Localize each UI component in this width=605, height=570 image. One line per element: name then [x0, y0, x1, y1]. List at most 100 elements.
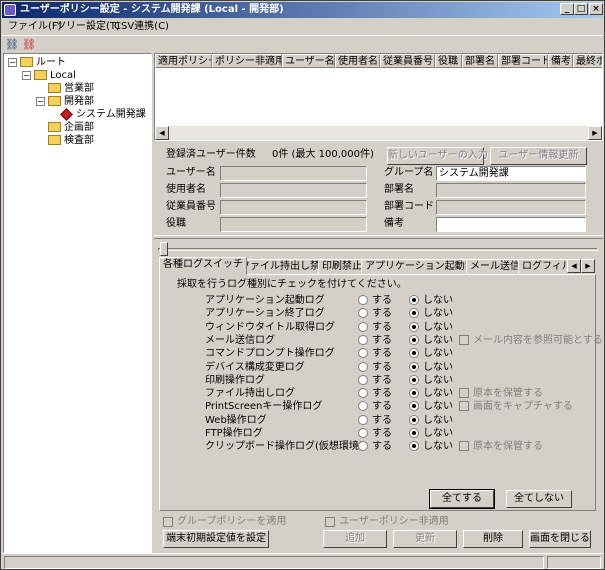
department-tree[interactable]: − ルート − Local 営業部 − 開発部 システム開発課 企画部 検査部: [3, 53, 152, 553]
all-on-button[interactable]: 全てする: [429, 489, 495, 509]
log-on-radio[interactable]: [358, 334, 368, 345]
folder-icon: [48, 135, 61, 145]
log-on-label: する: [372, 334, 392, 346]
log-type-label: PrintScreenキー操作ログ: [205, 401, 323, 413]
horizontal-scrollbar[interactable]: ◀ ▶: [155, 126, 602, 140]
user-field[interactable]: [220, 183, 367, 198]
log-option-checkbox[interactable]: [459, 441, 469, 452]
tree-node-sales[interactable]: 営業部: [48, 82, 94, 95]
tree-node-local[interactable]: Local: [34, 69, 76, 82]
tab-scroll-right-icon[interactable]: ▶: [581, 259, 595, 273]
log-row: FTP操作ログ する しない: [160, 427, 595, 440]
log-off-radio[interactable]: [409, 401, 419, 412]
log-off-radio[interactable]: [409, 348, 419, 359]
username-field[interactable]: [220, 166, 367, 181]
expand-dev-icon[interactable]: −: [36, 97, 45, 106]
log-off-radio[interactable]: [409, 308, 419, 319]
panel-slider[interactable]: [154, 242, 603, 256]
column-header[interactable]: ユーザー名: [282, 54, 335, 68]
log-off-radio[interactable]: [409, 361, 419, 372]
column-header[interactable]: 従業員番号: [380, 54, 435, 68]
log-off-radio[interactable]: [409, 374, 419, 385]
tree-collapse-icon[interactable]: ⛓: [22, 38, 36, 51]
log-off-radio[interactable]: [409, 295, 419, 305]
log-type-label: アプリケーション終了ログ: [205, 308, 325, 320]
tab-scroll-left-icon[interactable]: ◀: [567, 259, 581, 273]
update-user-button[interactable]: ユーザー情報更新: [490, 147, 587, 165]
user-policy-checkbox[interactable]: [325, 517, 335, 527]
column-header[interactable]: 使用者名: [335, 54, 380, 68]
tree-node-dev[interactable]: 開発部: [48, 95, 94, 108]
column-header[interactable]: ポリシー非適用: [212, 54, 282, 68]
log-on-radio[interactable]: [358, 361, 368, 372]
maximize-button[interactable]: □: [574, 3, 588, 15]
log-on-radio[interactable]: [358, 348, 368, 359]
tree-node-sysdev[interactable]: システム開発課: [60, 107, 146, 121]
log-off-radio[interactable]: [409, 388, 419, 399]
window-title: ユーザーポリシー設定 - システム開発課 (Local - 開発部): [20, 4, 284, 15]
log-on-radio[interactable]: [358, 441, 368, 452]
log-type-label: アプリケーション起動ログ: [205, 295, 325, 306]
log-on-radio[interactable]: [358, 321, 368, 332]
log-off-radio[interactable]: [409, 334, 419, 345]
note-field[interactable]: [436, 217, 586, 232]
log-on-label: する: [372, 388, 392, 400]
log-on-radio[interactable]: [358, 388, 368, 399]
log-on-radio[interactable]: [358, 308, 368, 319]
log-on-radio[interactable]: [358, 428, 368, 438]
tree-expand-icon[interactable]: ⛓: [5, 38, 19, 51]
log-off-radio[interactable]: [409, 414, 419, 425]
delete-button[interactable]: 削除: [463, 530, 523, 548]
log-option-checkbox[interactable]: [459, 401, 469, 412]
minimize-button[interactable]: _: [560, 3, 574, 15]
log-option-checkbox[interactable]: [459, 334, 469, 345]
menu-csv[interactable]: CSV連携(C): [110, 19, 173, 34]
all-off-button[interactable]: 全てしない: [506, 490, 572, 508]
log-type-label: ウィンドウタイトル取得ログ: [205, 321, 335, 333]
tree-node-inspection[interactable]: 検査部: [48, 134, 94, 147]
dept-field[interactable]: [436, 183, 586, 198]
column-header[interactable]: 最終ポ: [573, 54, 602, 68]
column-header[interactable]: 部署コード: [498, 54, 548, 68]
dept-code-field[interactable]: [436, 200, 586, 215]
expand-local-icon[interactable]: −: [22, 71, 31, 80]
log-on-radio[interactable]: [358, 374, 368, 385]
update-button[interactable]: 更新: [393, 530, 457, 548]
splitter-bar[interactable]: [154, 235, 603, 239]
log-off-radio[interactable]: [409, 441, 419, 452]
tab-mail-send[interactable]: メール送信: [466, 259, 524, 274]
log-option-checkbox[interactable]: [459, 388, 469, 399]
column-header[interactable]: 適用ポリシー: [155, 54, 212, 68]
employee-no-field[interactable]: [220, 200, 367, 215]
position-field[interactable]: [220, 217, 367, 232]
log-off-radio[interactable]: [409, 428, 419, 438]
user-list-grid[interactable]: 適用ポリシー ポリシー非適用 ユーザー名 使用者名 従業員番号 役職 部署名 部…: [154, 53, 603, 141]
column-header[interactable]: 部署名: [462, 54, 498, 68]
tree-node-planning[interactable]: 企画部: [48, 121, 94, 134]
close-window-button[interactable]: ×: [589, 3, 603, 15]
log-off-radio[interactable]: [409, 321, 419, 332]
expand-root-icon[interactable]: −: [8, 58, 17, 67]
group-label: グループ名: [384, 167, 434, 178]
log-on-radio[interactable]: [358, 295, 368, 305]
log-on-radio[interactable]: [358, 401, 368, 412]
title-bar[interactable]: ユーザーポリシー設定 - システム開発課 (Local - 開発部): [2, 2, 603, 18]
column-header[interactable]: 備考: [548, 54, 573, 68]
log-on-radio[interactable]: [358, 414, 368, 425]
new-user-button[interactable]: 新しいユーザーの入力: [387, 147, 488, 165]
log-switch-panel: 採取を行うログ種別にチェックを付けてください。 アプリケーション起動ログ する しな…: [159, 274, 603, 511]
terminal-default-button[interactable]: 端末初期設定値を設定: [163, 530, 269, 548]
group-policy-checkbox[interactable]: [163, 517, 173, 527]
slider-thumb[interactable]: [160, 242, 168, 256]
log-on-label: する: [372, 348, 392, 360]
add-button[interactable]: 追加: [323, 530, 387, 548]
group-field[interactable]: システム開発課: [436, 166, 586, 181]
scroll-left-icon[interactable]: ◀: [155, 126, 169, 140]
app-window: ユーザーポリシー設定 - システム開発課 (Local - 開発部) _ □ ×…: [0, 0, 605, 570]
tab-print[interactable]: 印刷禁止: [318, 259, 366, 274]
tree-node-root[interactable]: ルート: [20, 56, 66, 69]
close-screen-button[interactable]: 画面を閉じる: [529, 530, 591, 548]
tab-log-switch[interactable]: 各種ログスイッチ: [159, 257, 247, 275]
scroll-right-icon[interactable]: ▶: [588, 126, 602, 140]
column-header[interactable]: 役職: [435, 54, 462, 68]
